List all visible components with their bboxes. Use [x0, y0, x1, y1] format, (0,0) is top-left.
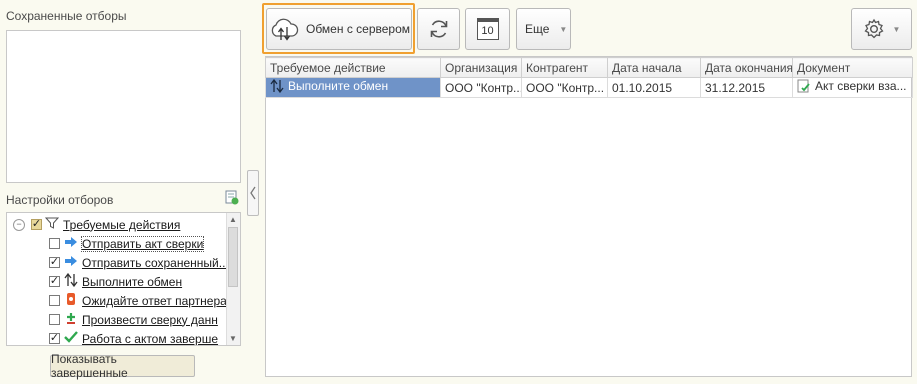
column-header-organization[interactable]: Организация	[440, 57, 522, 78]
period-calendar-button[interactable]: 10	[465, 8, 510, 50]
scroll-up-icon[interactable]: ▲	[229, 215, 237, 224]
dropdown-arrow-icon: ▼	[559, 24, 568, 34]
tree-item[interactable]: Ожидайте ответ партнера	[49, 291, 227, 310]
cloud-sync-icon	[271, 18, 299, 41]
tree-item-label[interactable]: Отправить акт сверки	[80, 235, 205, 252]
saved-filters-list[interactable]	[6, 30, 241, 183]
show-completed-label: Показывать завершенные	[51, 352, 128, 380]
tree-item-label[interactable]: Отправить сохраненный...	[82, 256, 229, 270]
item-checkbox[interactable]: ✓	[49, 276, 60, 287]
add-plus-icon	[64, 311, 78, 328]
calendar-icon: 10	[476, 18, 499, 40]
cell-action-text: Выполните обмен	[288, 79, 389, 93]
tree-root-label[interactable]: Требуемые действия	[63, 218, 180, 232]
table-header: Требуемое действие Организация Контраген…	[265, 57, 913, 78]
item-checkbox[interactable]	[49, 314, 60, 325]
exchange-arrows-icon	[64, 272, 78, 290]
refresh-icon	[430, 20, 447, 38]
item-checkbox[interactable]: ✓	[49, 333, 60, 344]
cell-end-date[interactable]: 31.12.2015	[700, 77, 793, 98]
cell-organization[interactable]: ООО "Контр...	[440, 77, 522, 98]
filter-settings-icon[interactable]	[224, 190, 240, 206]
exchange-arrows-icon	[270, 79, 284, 93]
cell-action[interactable]: Выполните обмен	[265, 77, 441, 98]
tree-item-label[interactable]: Ожидайте ответ партнера	[82, 294, 227, 308]
calendar-day: 10	[481, 24, 494, 37]
chevron-left-icon	[250, 186, 256, 200]
tree-item[interactable]: Произвести сверку данн	[49, 310, 218, 329]
exchange-with-server-button[interactable]: Обмен с сервером	[266, 8, 412, 50]
panel-collapse-handle[interactable]	[247, 170, 259, 216]
table-row[interactable]: Выполните обмен ООО "Контр... ООО "Контр…	[265, 77, 913, 98]
tree-root-requires-actions[interactable]: − ✓ Требуемые действия	[13, 215, 180, 234]
collapse-icon[interactable]: −	[13, 218, 25, 231]
cell-start-date[interactable]: 01.10.2015	[607, 77, 701, 98]
tree-item[interactable]: ✓ Отправить сохраненный...	[49, 253, 229, 272]
tree-item-label[interactable]: Работа с актом заверше	[82, 332, 218, 346]
settings-button[interactable]: ▼	[851, 8, 912, 50]
column-header-counterparty[interactable]: Контрагент	[521, 57, 608, 78]
funnel-icon	[44, 216, 60, 233]
hourglass-icon	[64, 292, 78, 309]
tree-item[interactable]: ✓ Работа с актом заверше	[49, 329, 218, 346]
tree-item[interactable]: ✓ Выполните обмен	[49, 272, 182, 291]
filter-settings-title: Настройки отборов	[6, 193, 114, 207]
column-header-end-date[interactable]: Дата окончания	[700, 57, 793, 78]
cell-counterparty[interactable]: ООО "Контр...	[521, 77, 608, 98]
scroll-thumb[interactable]	[228, 227, 238, 287]
scroll-down-icon[interactable]: ▼	[229, 334, 237, 343]
tree-scrollbar[interactable]: ▲ ▼	[226, 213, 240, 345]
cell-document[interactable]: Акт сверки вза...	[792, 77, 913, 98]
show-completed-button[interactable]: Показывать завершенные	[50, 352, 195, 380]
saved-filters-title: Сохраненные отборы	[6, 9, 127, 23]
tree-item-label[interactable]: Произвести сверку данн	[82, 313, 218, 327]
item-checkbox[interactable]: ✓	[49, 257, 60, 268]
actions-table[interactable]: Требуемое действие Организация Контраген…	[265, 57, 913, 98]
more-button[interactable]: Еще ▼	[516, 8, 571, 50]
column-header-action[interactable]: Требуемое действие	[265, 57, 441, 78]
tree-item-label[interactable]: Выполните обмен	[82, 275, 182, 289]
more-button-label: Еще	[525, 22, 550, 36]
arrow-right-icon	[64, 236, 78, 251]
item-checkbox[interactable]	[49, 295, 60, 306]
arrow-right-icon	[64, 255, 78, 270]
column-header-document[interactable]: Документ	[792, 57, 913, 78]
filter-tree[interactable]: − ✓ Требуемые действия Отправить акт све…	[6, 212, 241, 346]
tree-item[interactable]: Отправить акт сверки	[49, 234, 205, 253]
item-checkbox[interactable]	[49, 238, 60, 249]
cell-document-text: Акт сверки вза...	[815, 79, 907, 93]
dropdown-arrow-icon: ▼	[892, 24, 901, 34]
document-icon	[797, 79, 810, 93]
exchange-button-label: Обмен с сервером	[305, 22, 411, 36]
refresh-button[interactable]	[417, 8, 460, 50]
actions-table-container[interactable]	[265, 56, 912, 377]
checkmark-icon	[64, 330, 78, 345]
column-header-start-date[interactable]: Дата начала	[607, 57, 701, 78]
root-checkbox[interactable]: ✓	[31, 219, 42, 230]
gear-icon	[864, 18, 884, 39]
